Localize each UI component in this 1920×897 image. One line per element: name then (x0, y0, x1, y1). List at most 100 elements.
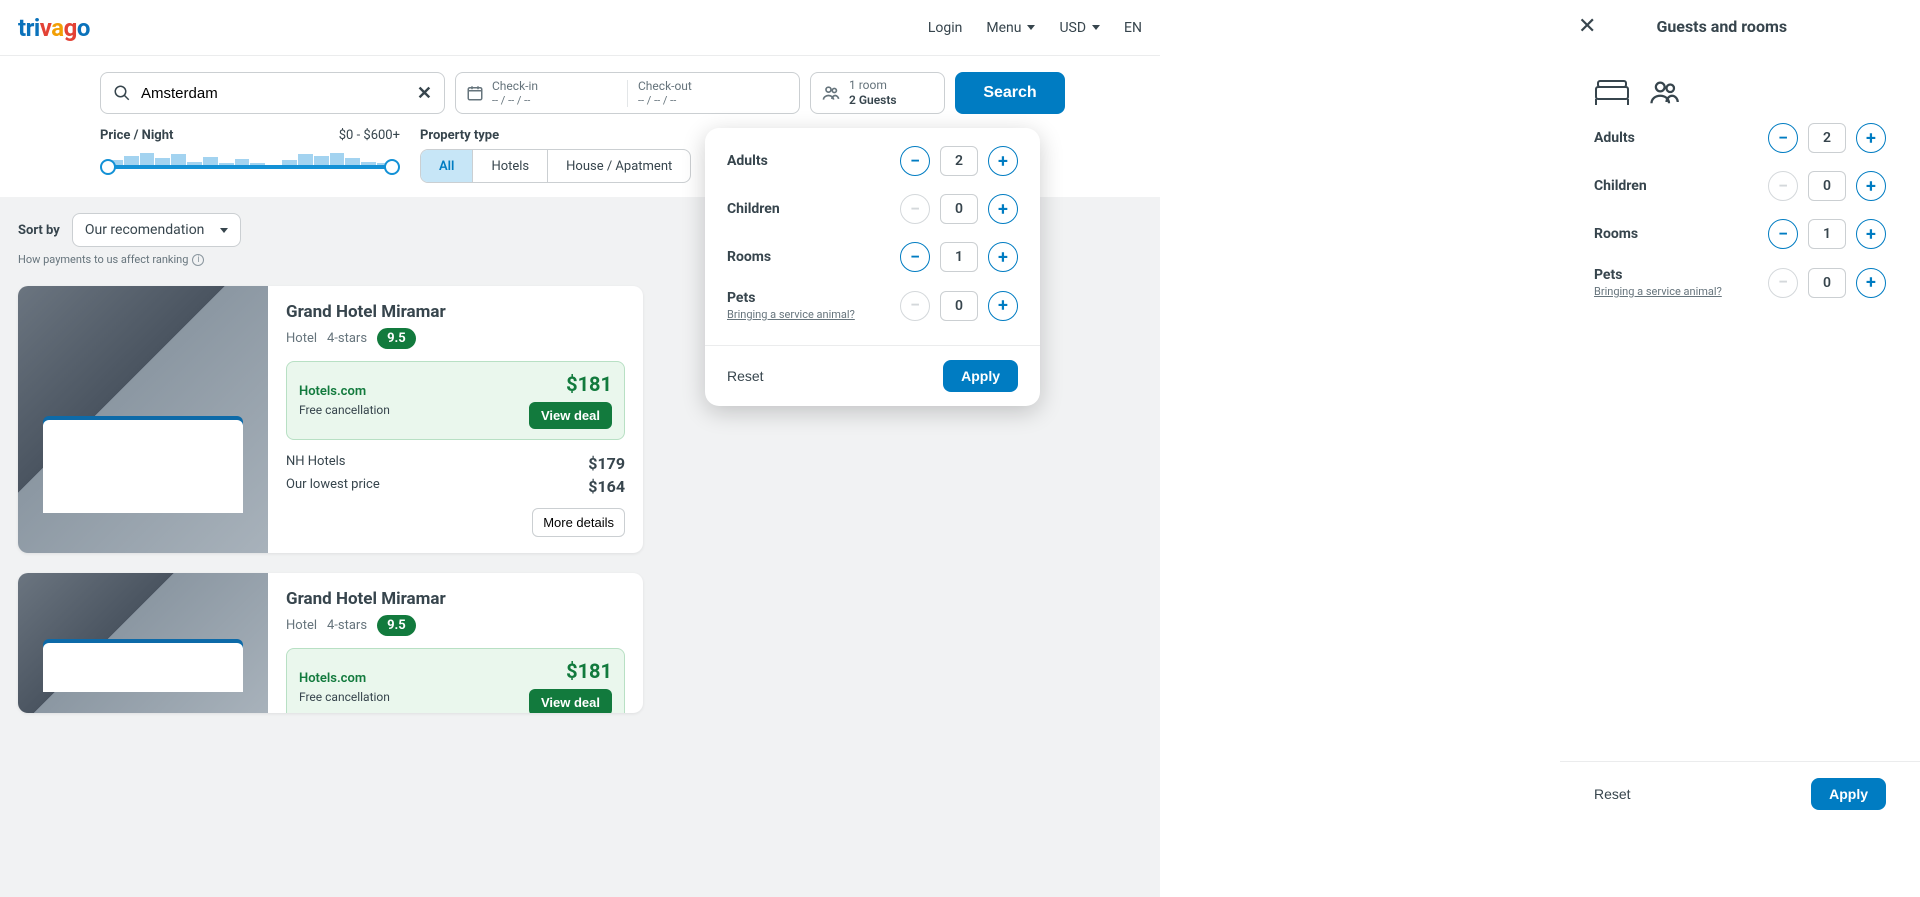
deal-box[interactable]: Hotels.com Free cancellation $181 View d… (286, 648, 625, 713)
property-type-label: Property type (420, 128, 499, 143)
free-cancellation-label: Free cancellation (299, 690, 390, 704)
pets-count: 0 (940, 291, 978, 321)
pt-tab-apartments[interactable]: House / Apatment (548, 150, 690, 182)
pt-tab-all[interactable]: All (421, 150, 473, 182)
rooms-label: Rooms (727, 249, 771, 265)
currency-dropdown[interactable]: USD (1059, 20, 1100, 36)
popover-apply-button[interactable]: Apply (943, 360, 1018, 392)
deal-provider: Hotels.com (299, 384, 390, 399)
search-icon (113, 84, 131, 102)
login-link[interactable]: Login (928, 20, 963, 36)
pets-minus-button: − (900, 291, 930, 321)
pets-label: Pets (727, 290, 855, 306)
hotel-type: Hotel (286, 331, 317, 346)
pt-tab-hotels[interactable]: Hotels (473, 150, 548, 182)
panel-apply-button[interactable]: Apply (1811, 778, 1886, 810)
chevron-down-icon (1027, 25, 1035, 30)
free-cancellation-label: Free cancellation (299, 403, 390, 417)
more-details-button[interactable]: More details (532, 508, 625, 537)
price-handle-min[interactable] (100, 159, 116, 175)
rooms-count: 1 (940, 242, 978, 272)
checkout-picker[interactable]: Check-out-- / -- / -- (627, 80, 799, 107)
hotel-name[interactable]: Grand Hotel Miramar (286, 589, 625, 609)
panel-title: Guests and rooms (1656, 17, 1787, 36)
adults-minus-button[interactable]: − (1768, 123, 1798, 153)
calendar-icon (466, 84, 484, 102)
sort-dropdown[interactable]: Our recomendation (72, 213, 242, 247)
alt-price: $179 (588, 454, 625, 473)
price-handle-max[interactable] (384, 159, 400, 175)
service-animal-link[interactable]: Bringing a service animal? (727, 308, 855, 321)
chevron-down-icon (220, 228, 228, 233)
close-icon[interactable]: ✕ (1578, 14, 1596, 39)
children-minus-button: − (900, 194, 930, 224)
rooms-minus-button[interactable]: − (900, 242, 930, 272)
deal-price: $181 (529, 659, 612, 683)
hotel-card: Grand Hotel Miramar Hotel 4-stars 9.5 Ho… (18, 286, 643, 553)
view-deal-button[interactable]: View deal (529, 689, 612, 713)
guests-popover: Adults − 2 + Children − 0 + Rooms − (705, 128, 1040, 406)
children-count: 0 (940, 194, 978, 224)
view-deal-button[interactable]: View deal (529, 402, 612, 429)
panel-reset-button[interactable]: Reset (1594, 786, 1631, 802)
trivago-logo: trivago (18, 14, 90, 42)
chevron-down-icon (1092, 25, 1100, 30)
pets-label: Pets (1594, 267, 1722, 283)
hotel-name[interactable]: Grand Hotel Miramar (286, 302, 625, 322)
price-filter-label: Price / Night (100, 128, 173, 143)
search-button[interactable]: Search (955, 72, 1065, 114)
checkin-picker[interactable]: Check-in-- / -- / -- (456, 80, 627, 107)
guests-field[interactable]: 1 room2 Guests (810, 72, 945, 114)
children-plus-button[interactable]: + (1856, 171, 1886, 201)
price-slider[interactable] (100, 149, 400, 177)
info-icon[interactable]: i (192, 254, 204, 266)
hotel-card: Grand Hotel Miramar Hotel 4-stars 9.5 Ho… (18, 573, 643, 713)
dates-field[interactable]: Check-in-- / -- / -- Check-out-- / -- / … (455, 72, 800, 114)
children-label: Children (727, 201, 780, 217)
pets-plus-button[interactable]: + (1856, 268, 1886, 298)
lowest-price-label[interactable]: Our lowest price (286, 477, 380, 496)
rooms-count: 1 (1808, 219, 1846, 249)
guests-icon (821, 83, 841, 103)
pets-minus-button: − (1768, 268, 1798, 298)
hotel-stars: 4-stars (327, 331, 367, 346)
children-count: 0 (1808, 171, 1846, 201)
popover-reset-button[interactable]: Reset (727, 368, 764, 384)
rooms-minus-button[interactable]: − (1768, 219, 1798, 249)
rooms-plus-button[interactable]: + (988, 242, 1018, 272)
adults-label: Adults (727, 153, 768, 169)
rating-badge: 9.5 (377, 615, 416, 636)
guests-side-panel: ✕ Guests and rooms Adults − 2 + Children… (1560, 0, 1920, 826)
deal-provider: Hotels.com (299, 671, 390, 686)
children-label: Children (1594, 178, 1647, 194)
guests-icon (1646, 77, 1682, 107)
property-type-tabs[interactable]: All Hotels House / Apatment (420, 149, 691, 183)
hotel-image[interactable] (18, 573, 268, 713)
rooms-plus-button[interactable]: + (1856, 219, 1886, 249)
destination-field[interactable]: ✕ (100, 72, 445, 114)
adults-plus-button[interactable]: + (988, 146, 1018, 176)
pets-plus-button[interactable]: + (988, 291, 1018, 321)
deal-price: $181 (529, 372, 612, 396)
adults-minus-button[interactable]: − (900, 146, 930, 176)
children-minus-button: − (1768, 171, 1798, 201)
language-dropdown[interactable]: EN (1124, 20, 1142, 36)
destination-input[interactable] (141, 85, 417, 102)
adults-count: 2 (940, 146, 978, 176)
alt-provider[interactable]: NH Hotels (286, 454, 345, 473)
rating-badge: 9.5 (377, 328, 416, 349)
top-header: trivago Login Menu USD EN (0, 0, 1160, 56)
price-range: $0 - $600+ (339, 128, 400, 143)
deal-box[interactable]: Hotels.com Free cancellation $181 View d… (286, 361, 625, 440)
service-animal-link[interactable]: Bringing a service animal? (1594, 285, 1722, 298)
menu-dropdown[interactable]: Menu (986, 20, 1035, 36)
hotel-image[interactable] (18, 286, 268, 553)
pets-count: 0 (1808, 268, 1846, 298)
hotel-stars: 4-stars (327, 618, 367, 633)
lowest-price: $164 (588, 477, 625, 496)
adults-plus-button[interactable]: + (1856, 123, 1886, 153)
adults-count: 2 (1808, 123, 1846, 153)
children-plus-button[interactable]: + (988, 194, 1018, 224)
adults-label: Adults (1594, 130, 1635, 146)
clear-destination-icon[interactable]: ✕ (417, 83, 432, 104)
